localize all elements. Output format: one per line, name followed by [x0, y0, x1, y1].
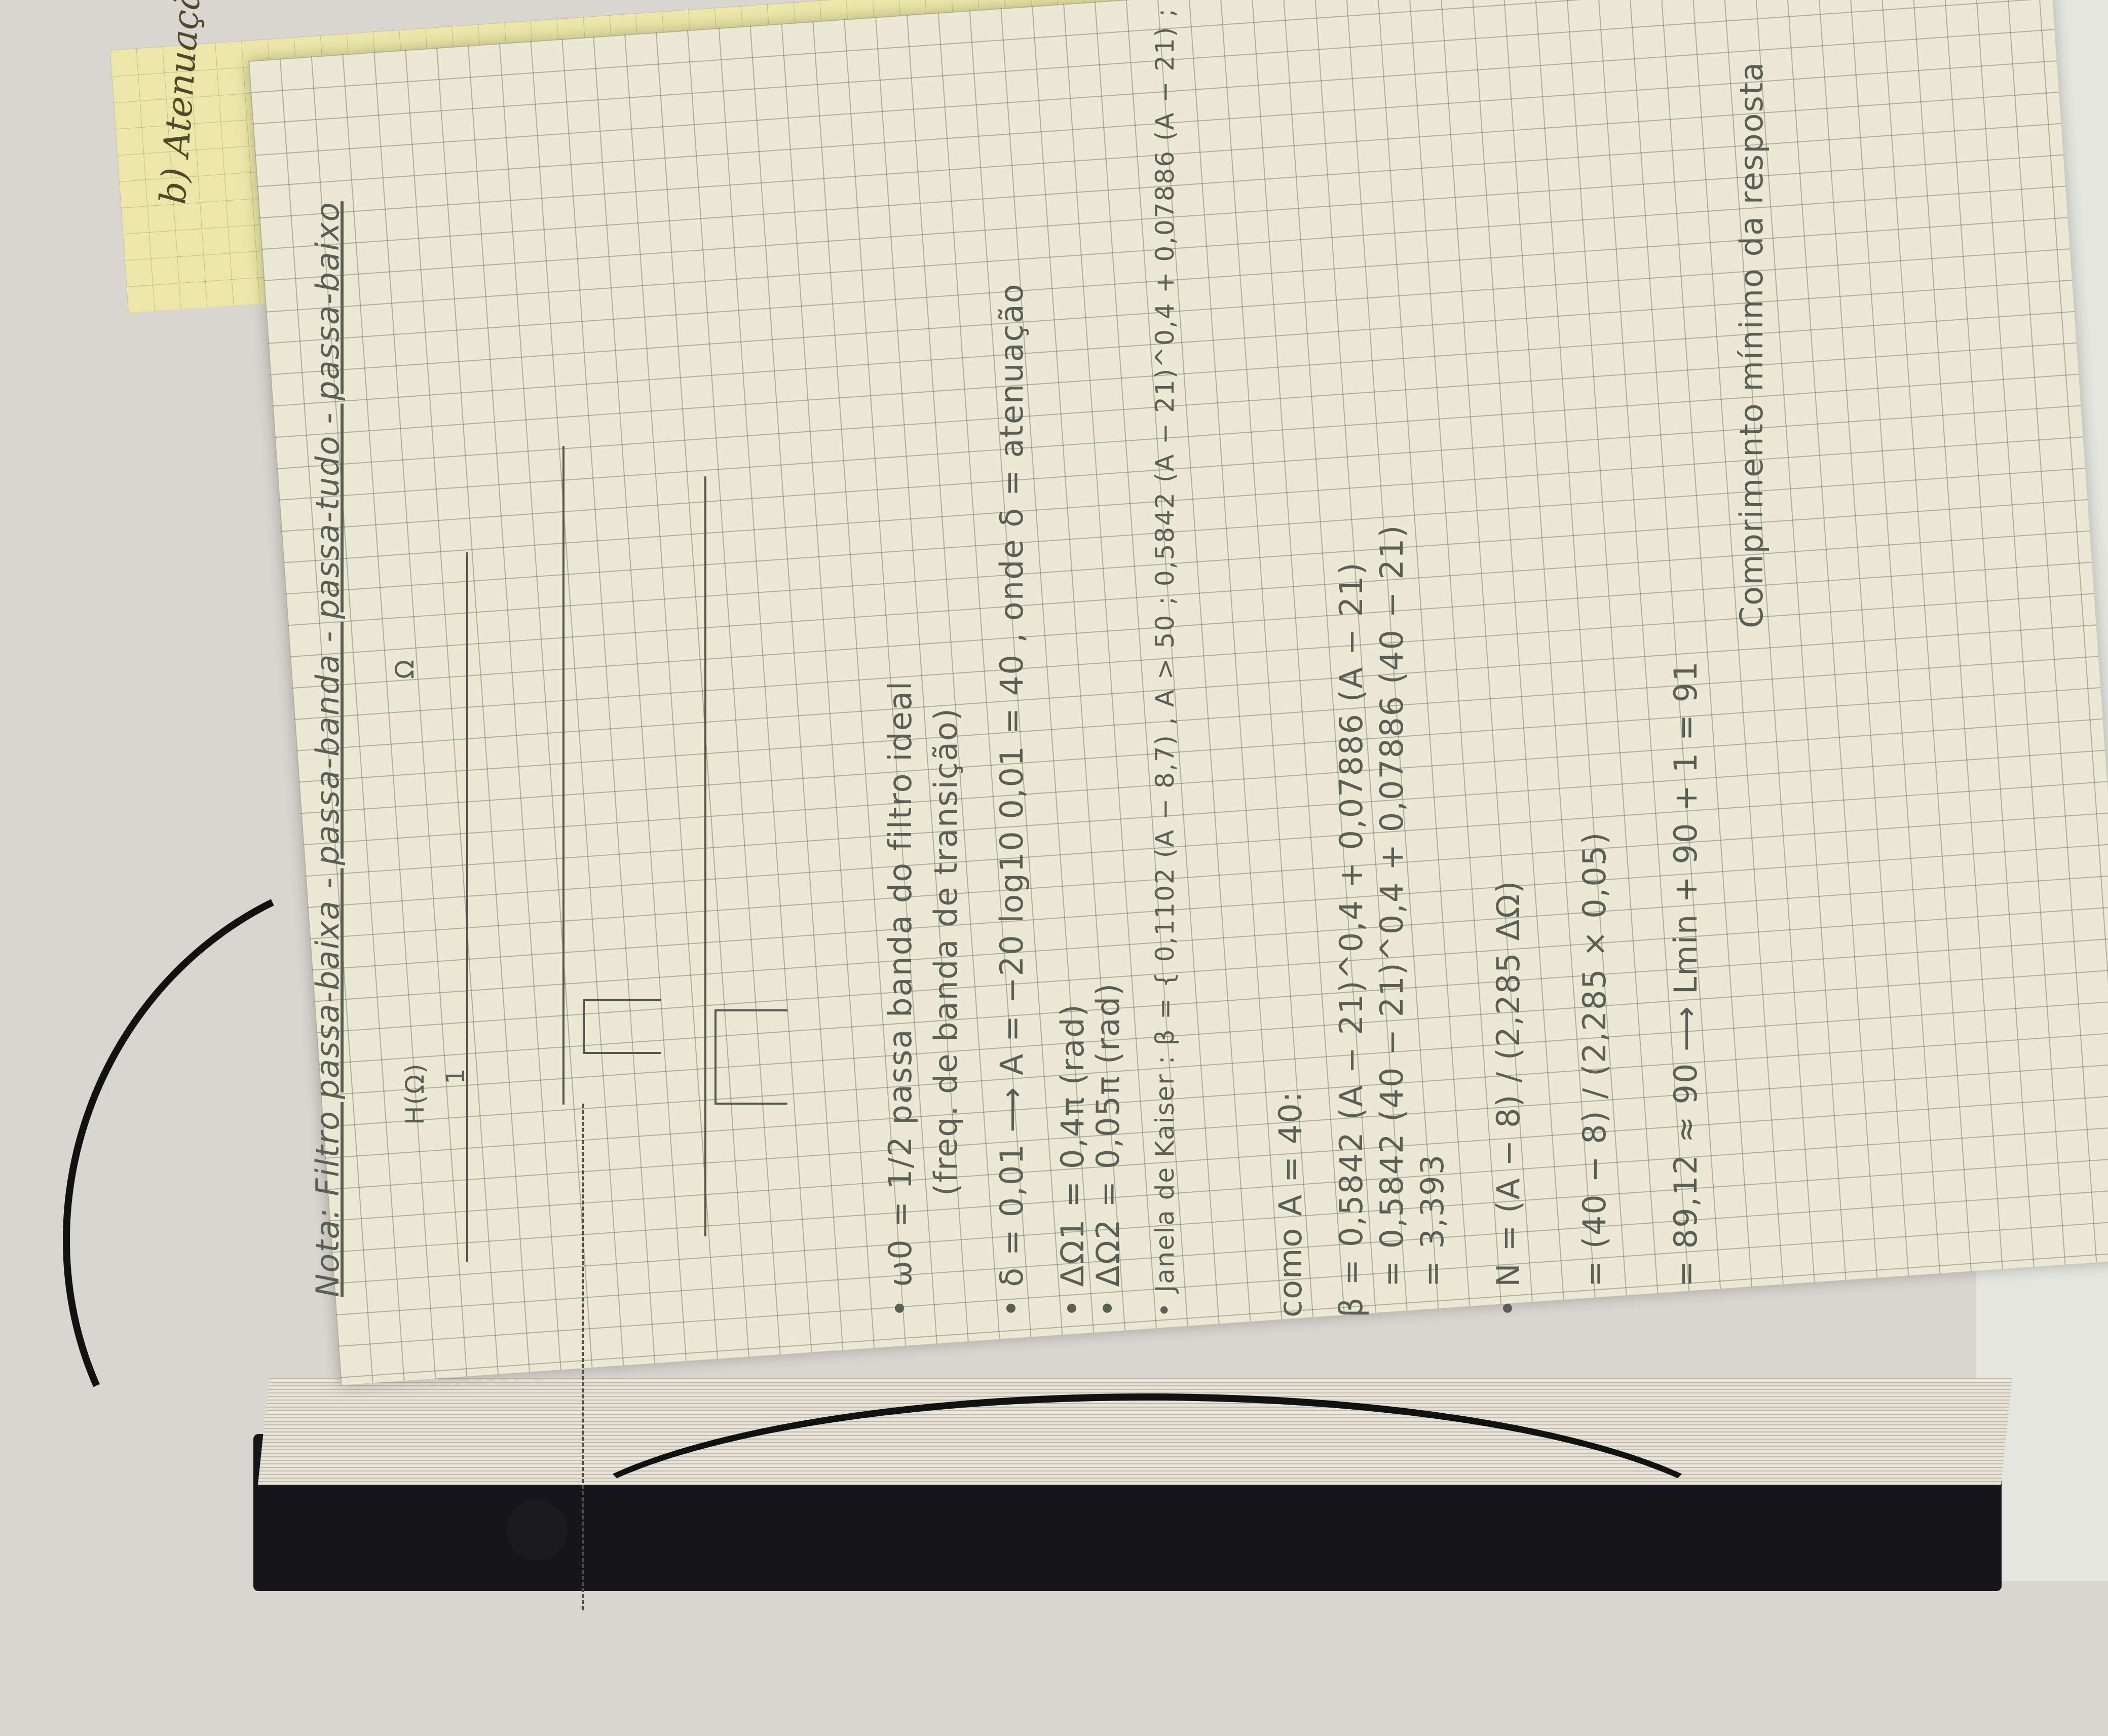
note-line-13: = 89,12 ≈ 90 ⟶ Lmin + 90 + 1 = 91: [1667, 660, 1704, 1287]
omega-label: Ω: [390, 658, 420, 679]
note-line-14: Comprimento mínimo da resposta: [1733, 61, 1770, 628]
note-line-1: • ω0 = 1/2 passa banda do filtro ideal: [882, 680, 919, 1317]
note-line-12: = (40 − 8) / (2,285 × 0,05): [1576, 831, 1613, 1287]
note-line-8: β = 0,5842 (A − 21)^0,4 + 0,07886 (A − 2…: [1333, 561, 1370, 1317]
note-line-10: = 3,393: [1414, 1153, 1451, 1287]
note-line-3: • δ = 0,01 ⟶ A = −20 log10 0,01 = 40 , o…: [993, 283, 1030, 1317]
earbud: [507, 1500, 568, 1561]
note-line-4: • ΔΩ1 = 0,4π (rad): [1054, 1003, 1091, 1317]
earphone-cable-lower: [532, 1393, 1762, 1712]
note-line-11: • N = (A − 8) / (2,285 ΔΩ): [1490, 880, 1527, 1317]
note-line-5: • ΔΩ2 = 0,05π (rad): [1089, 982, 1126, 1317]
note-line-9: = 0,5842 (40 − 21)^0,4 + 0,07886 (40 − 2…: [1373, 524, 1410, 1287]
passband-sketch-2: [714, 1009, 787, 1105]
note-line-6: • Janela de Kaiser : β = { 0,1102 (A − 8…: [1150, 0, 1180, 1317]
note-line-2: (freq. de banda de transição): [927, 707, 964, 1196]
note-line-7: como A = 40:: [1272, 1090, 1309, 1317]
